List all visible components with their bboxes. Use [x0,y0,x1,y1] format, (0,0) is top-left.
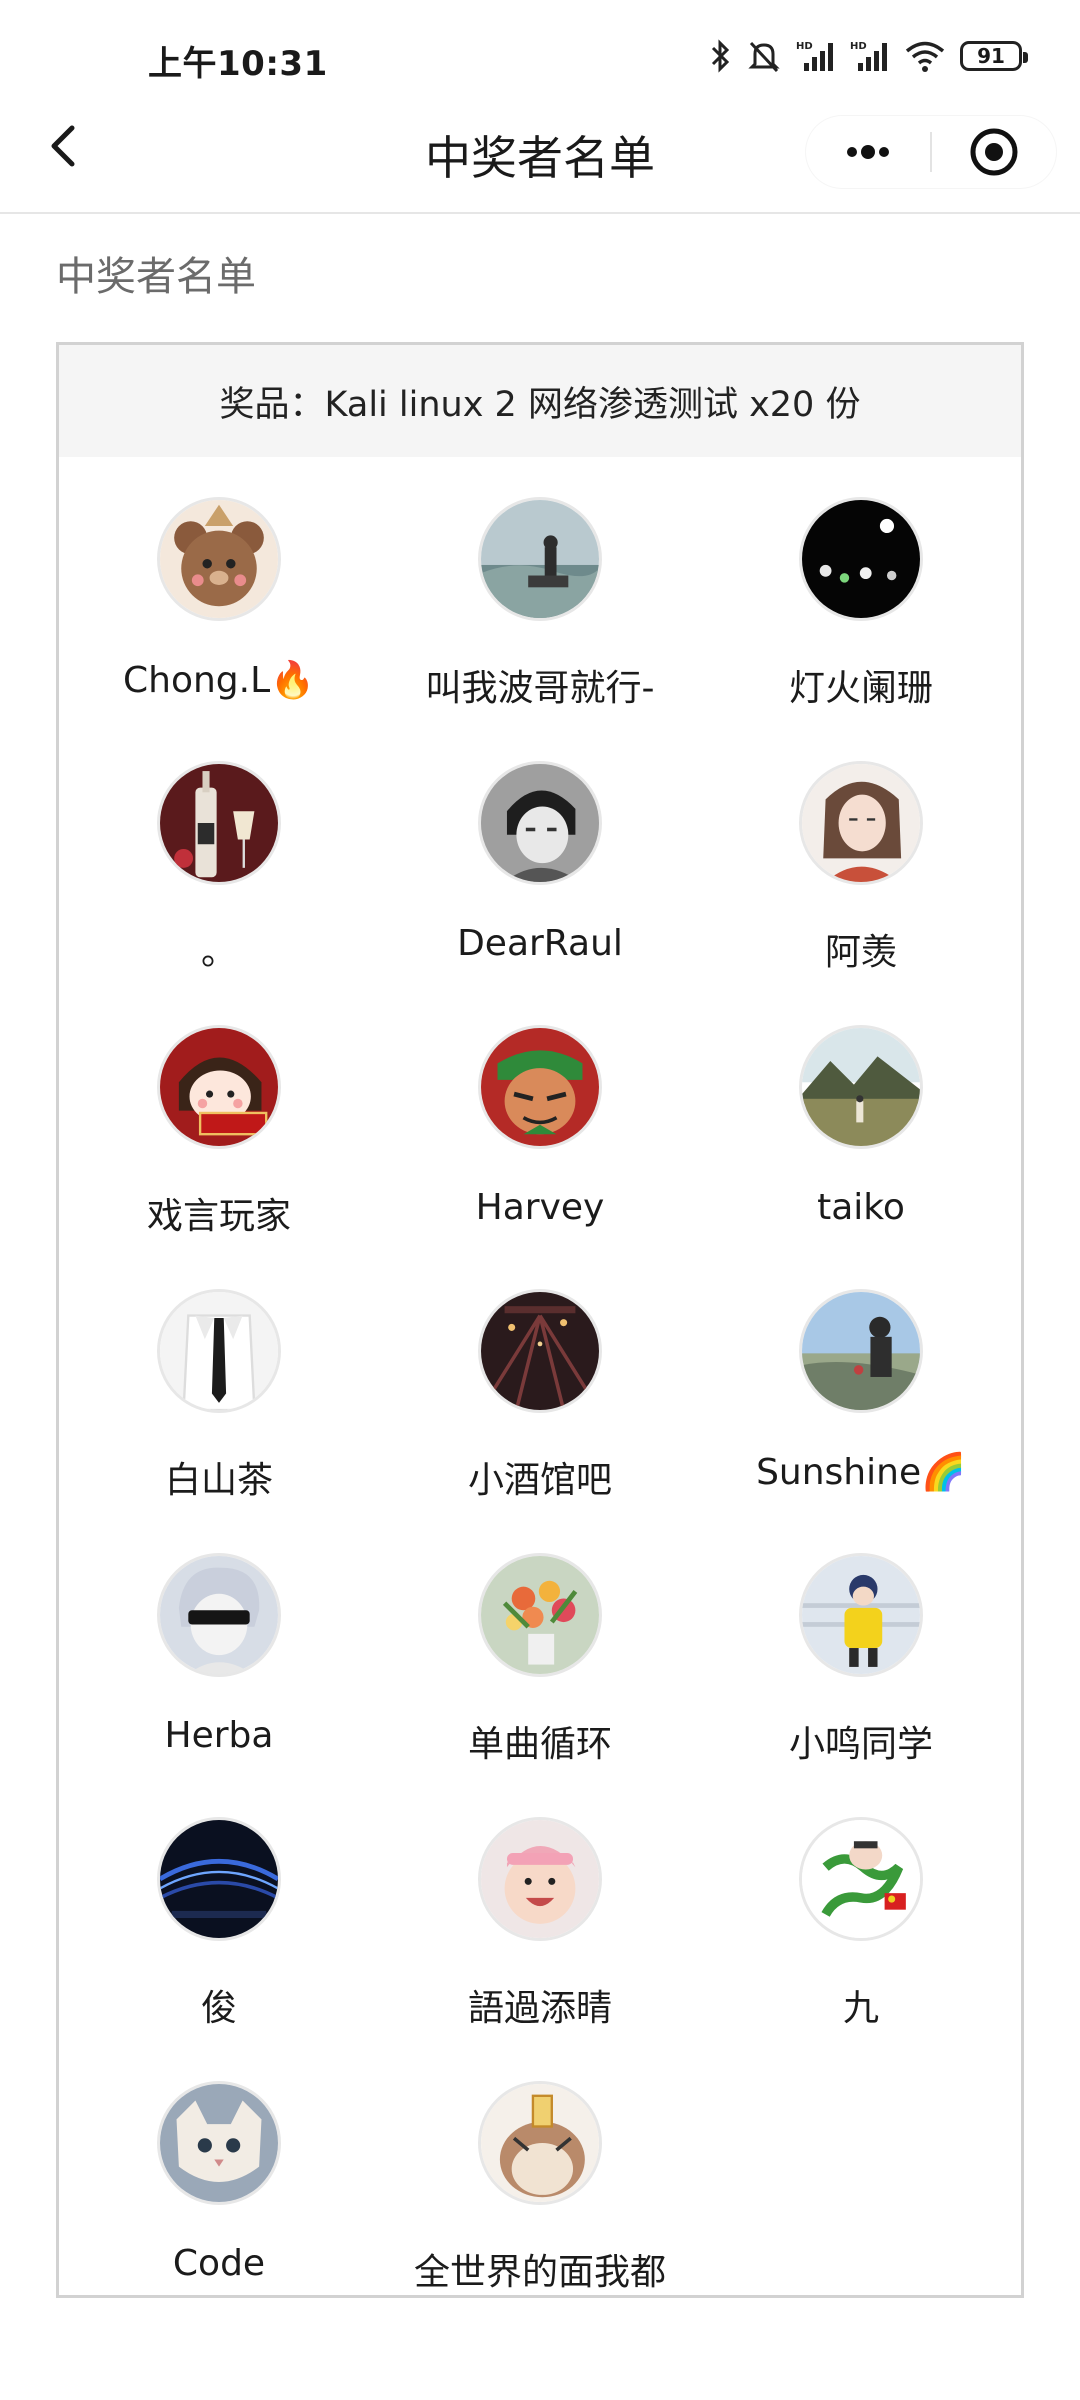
winner-name: 叫我波哥就行- [425,668,655,709]
winner-name: 九 [842,1988,879,2029]
winner-name: 小酒馆吧 [467,1460,612,1501]
avatar [157,1817,281,1941]
winner-item: Harvey [380,985,700,1249]
winner-item: 叫我波哥就行- [380,457,700,721]
winner-name: 俊 [200,1988,237,2029]
winner-name: Harvey [475,1187,605,1228]
winner-item: Code [59,2041,379,2305]
avatar [799,1553,923,1677]
winner-item: 九 [701,1777,1021,2041]
avatar [157,1025,281,1149]
winner-item: 。 [59,721,379,985]
bluetooth-icon [710,39,732,73]
nav-bar: 中奖者名单 [0,100,1080,214]
avatar [157,761,281,885]
winner-name: Code [172,2243,266,2284]
avatar [799,497,923,621]
winner-item: 全世界的面我都 [380,2041,700,2305]
winner-name: 戏言玩家 [146,1196,291,1237]
winner-name: Herba [164,1715,274,1756]
winner-name: 語過添晴 [467,1988,612,2029]
avatar [157,2081,281,2205]
avatar [799,1289,923,1413]
status-bar: 上午10:31 HD HD 91 [0,0,1080,100]
winner-item: Herba [59,1513,379,1777]
winner-item: DearRaul [380,721,700,985]
winner-item: 灯火阑珊 [701,457,1021,721]
winner-name: Sunshine🌈 [756,1452,966,1493]
winner-card: 奖品：Kali linux 2 网络渗透测试 x20 份 Chong.L🔥 叫我… [56,342,1024,2298]
winner-item: 戏言玩家 [59,985,379,1249]
status-time: 上午10:31 [148,44,328,84]
winner-name: 单曲循环 [467,1724,612,1765]
winner-name: 小鸣同学 [788,1724,933,1765]
close-miniprogram-button[interactable] [932,116,1056,188]
winner-item: 俊 [59,1777,379,2041]
winner-name: DearRaul [457,923,623,964]
avatar [157,497,281,621]
avatar [478,1025,602,1149]
avatar [157,1289,281,1413]
winner-name: 灯火阑珊 [788,668,933,709]
winner-name: 。 [200,932,237,973]
avatar [478,761,602,885]
winner-name: Chong.L🔥 [123,660,315,701]
bell-muted-icon [746,38,782,74]
avatar [478,497,602,621]
avatar [478,1289,602,1413]
svg-text:HD: HD [850,41,867,52]
signal-hd-icon-2: HD [850,39,890,73]
more-button[interactable] [806,116,930,188]
avatar [478,1553,602,1677]
winner-item: 阿羡 [701,721,1021,985]
avatar [799,761,923,885]
winner-item: 小鸣同学 [701,1513,1021,1777]
miniprogram-capsule [806,116,1056,188]
section-title: 中奖者名单 [56,254,256,300]
winner-name: 白山茶 [164,1460,273,1501]
winner-name: 全世界的面我都 [413,2252,666,2293]
winner-name: 阿羡 [824,932,897,973]
winner-item: 小酒馆吧 [380,1249,700,1513]
avatar [478,1817,602,1941]
winner-item: taiko [701,985,1021,1249]
prize-banner: 奖品：Kali linux 2 网络渗透测试 x20 份 [59,345,1021,457]
winner-item: Chong.L🔥 [59,457,379,721]
winner-item: 語過添晴 [380,1777,700,2041]
winner-item: Sunshine🌈 [701,1249,1021,1513]
avatar [157,1553,281,1677]
more-dots-icon [847,145,889,159]
avatar [478,2081,602,2205]
battery-icon: 91 [960,41,1028,71]
svg-text:HD: HD [796,41,813,52]
winner-name: taiko [817,1187,905,1228]
wifi-icon [904,39,946,73]
winner-item: 白山茶 [59,1249,379,1513]
target-close-icon [970,128,1018,176]
status-icons: HD HD 91 [710,36,1028,76]
avatar [799,1817,923,1941]
winner-item: 单曲循环 [380,1513,700,1777]
avatar [799,1025,923,1149]
signal-hd-icon-1: HD [796,39,836,73]
